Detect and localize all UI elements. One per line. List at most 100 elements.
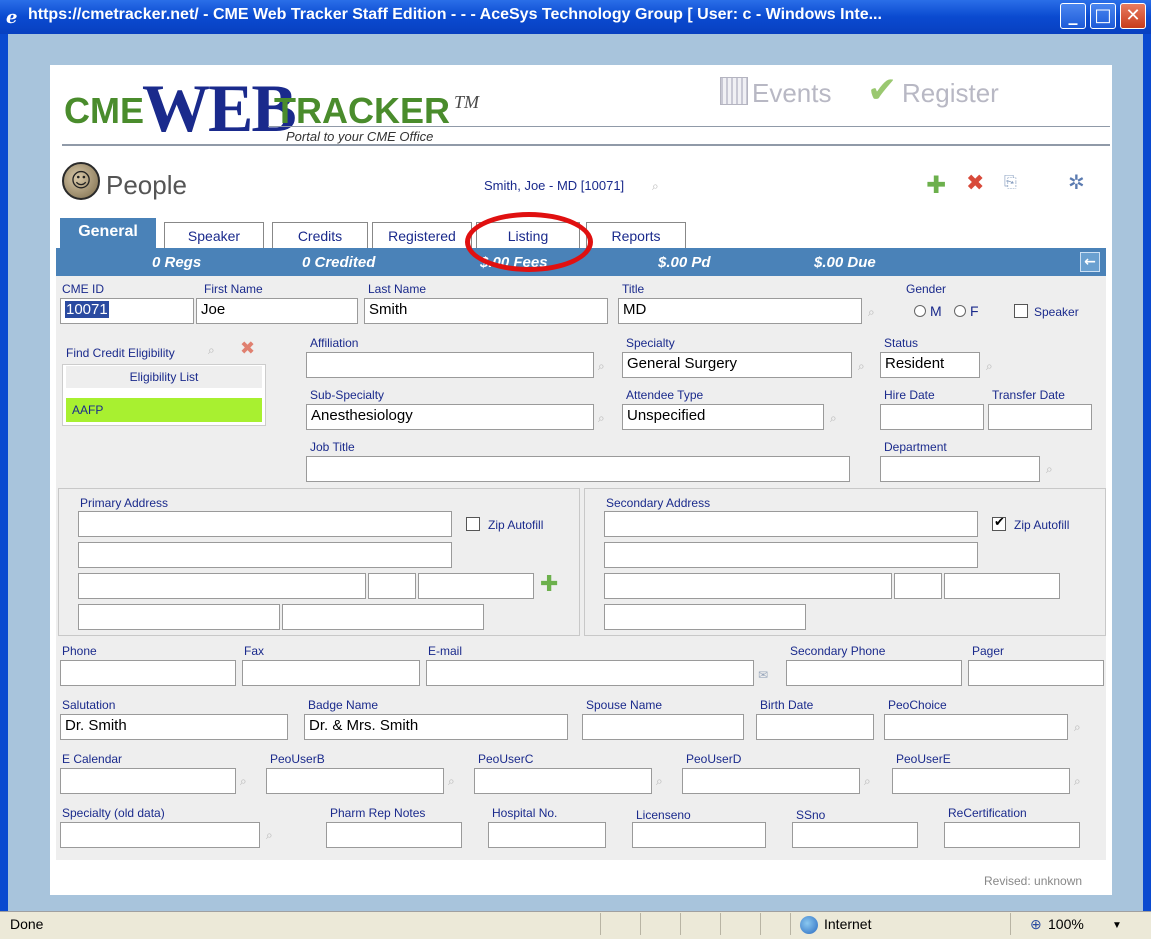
department-input[interactable] xyxy=(880,456,1040,482)
tab-registered[interactable]: Registered xyxy=(372,222,472,248)
affiliation-input[interactable] xyxy=(306,352,594,378)
peousere-input[interactable] xyxy=(892,768,1070,794)
delete-person-x-icon[interactable]: ✖ xyxy=(966,171,984,196)
secondary-city-input[interactable] xyxy=(604,573,892,599)
primary-address-line1[interactable] xyxy=(78,511,452,537)
email-input[interactable] xyxy=(426,660,754,686)
gender-f-radio[interactable] xyxy=(954,305,966,317)
primary-city-input[interactable] xyxy=(78,573,366,599)
speaker-label: Speaker xyxy=(1034,305,1079,319)
peochoice-input[interactable] xyxy=(884,714,1068,740)
job-title-input[interactable] xyxy=(306,456,850,482)
secondary-address-line1[interactable] xyxy=(604,511,978,537)
salutation-input[interactable]: Dr. Smith xyxy=(60,714,288,740)
recertification-input[interactable] xyxy=(944,822,1080,848)
pharm-rep-input[interactable] xyxy=(326,822,462,848)
hire-date-input[interactable] xyxy=(880,404,984,430)
speaker-checkbox[interactable] xyxy=(1014,304,1028,318)
calendar-icon[interactable] xyxy=(720,77,748,105)
secondary-zip-autofill-checkbox[interactable] xyxy=(992,515,1006,531)
gender-m-label: M xyxy=(930,303,942,319)
specialty-old-input[interactable] xyxy=(60,822,260,848)
primary-state-input[interactable] xyxy=(368,573,416,599)
close-button[interactable]: ✕ xyxy=(1120,3,1146,29)
register-link[interactable]: Register xyxy=(902,78,999,109)
specialty-binoculars-icon[interactable]: ⌕ xyxy=(858,359,865,374)
gender-m-radio[interactable] xyxy=(914,305,926,317)
primary-country-input[interactable] xyxy=(78,604,280,630)
eligibility-item[interactable]: AAFP xyxy=(66,398,262,422)
department-binoculars-icon[interactable]: ⌕ xyxy=(1046,462,1053,477)
primary-county-input[interactable] xyxy=(282,604,484,630)
secondary-country-input[interactable] xyxy=(604,604,806,630)
binoculars-icon[interactable]: ⌕ xyxy=(652,179,659,194)
attendee-type-binoculars-icon[interactable]: ⌕ xyxy=(830,411,837,426)
attendee-type-input[interactable]: Unspecified xyxy=(622,404,824,430)
zoom-dropdown-icon[interactable]: ▼ xyxy=(1112,920,1122,931)
affiliation-binoculars-icon[interactable]: ⌕ xyxy=(598,359,605,374)
title-binoculars-icon[interactable]: ⌕ xyxy=(868,305,875,320)
e-calendar-binoculars-icon[interactable]: ⌕ xyxy=(240,774,247,789)
primary-add-plus-icon[interactable]: ✚ xyxy=(540,572,558,597)
secondary-zip-input[interactable] xyxy=(944,573,1060,599)
clear-credit-x-icon[interactable]: ✖ xyxy=(240,338,255,359)
badge-name-input[interactable]: Dr. & Mrs. Smith xyxy=(304,714,568,740)
zoom-icon[interactable]: ⊕ xyxy=(1030,916,1042,933)
primary-zip-autofill-checkbox[interactable] xyxy=(466,517,480,531)
tab-speaker[interactable]: Speaker xyxy=(164,222,264,248)
primary-zip-input[interactable] xyxy=(418,573,534,599)
zoom-level[interactable]: 100% xyxy=(1048,916,1084,932)
hospital-no-input[interactable] xyxy=(488,822,606,848)
secondary-phone-input[interactable] xyxy=(786,660,962,686)
add-person-plus-icon[interactable]: ✚ xyxy=(926,171,946,199)
find-credit-binoculars-icon[interactable]: ⌕ xyxy=(208,343,215,358)
tab-reports[interactable]: Reports xyxy=(586,222,686,248)
peouserc-label: PeoUserC xyxy=(478,752,534,766)
peouserc-binoculars-icon[interactable]: ⌕ xyxy=(656,774,663,789)
e-calendar-input[interactable] xyxy=(60,768,236,794)
specialty-old-binoculars-icon[interactable]: ⌕ xyxy=(266,828,273,843)
checkmark-icon[interactable]: ✔ xyxy=(867,70,897,111)
title-input[interactable]: MD xyxy=(618,298,862,324)
status-input[interactable]: Resident xyxy=(880,352,980,378)
secondary-address-line2[interactable] xyxy=(604,542,978,568)
status-binoculars-icon[interactable]: ⌕ xyxy=(986,359,993,374)
last-name-input[interactable]: Smith xyxy=(364,298,608,324)
licenseno-input[interactable] xyxy=(632,822,766,848)
peouserd-binoculars-icon[interactable]: ⌕ xyxy=(864,774,871,789)
annotation-circle xyxy=(465,212,593,272)
ssno-input[interactable] xyxy=(792,822,918,848)
peouserc-input[interactable] xyxy=(474,768,652,794)
maximize-button[interactable]: □ xyxy=(1090,3,1116,29)
stat-credited: 0 Credited xyxy=(302,254,376,271)
back-arrow-icon[interactable]: ← xyxy=(1080,252,1100,272)
birth-date-input[interactable] xyxy=(756,714,874,740)
gender-label: Gender xyxy=(906,282,947,296)
transfer-date-input[interactable] xyxy=(988,404,1092,430)
cme-id-input[interactable]: 10071 xyxy=(60,298,194,324)
peousere-binoculars-icon[interactable]: ⌕ xyxy=(1074,774,1081,789)
minimize-button[interactable]: _ xyxy=(1060,3,1086,29)
document-icon[interactable]: ⎘ xyxy=(1004,172,1017,192)
tab-general[interactable]: General xyxy=(60,218,156,248)
primary-address-line2[interactable] xyxy=(78,542,452,568)
fax-input[interactable] xyxy=(242,660,420,686)
sub-specialty-input[interactable]: Anesthesiology xyxy=(306,404,594,430)
specialty-input[interactable]: General Surgery xyxy=(622,352,852,378)
phone-label: Phone xyxy=(62,644,97,658)
fax-label: Fax xyxy=(244,644,265,658)
email-envelope-icon[interactable]: ✉ xyxy=(758,668,768,682)
peouserb-input[interactable] xyxy=(266,768,444,794)
peouserd-input[interactable] xyxy=(682,768,860,794)
sub-specialty-binoculars-icon[interactable]: ⌕ xyxy=(598,411,605,426)
fireworks-icon[interactable]: ✲ xyxy=(1068,170,1085,194)
first-name-input[interactable]: Joe xyxy=(196,298,358,324)
spouse-name-input[interactable] xyxy=(582,714,744,740)
pager-input[interactable] xyxy=(968,660,1104,686)
peouserb-binoculars-icon[interactable]: ⌕ xyxy=(448,774,455,789)
phone-input[interactable] xyxy=(60,660,236,686)
tab-credits[interactable]: Credits xyxy=(272,222,368,248)
secondary-state-input[interactable] xyxy=(894,573,942,599)
events-link[interactable]: Events xyxy=(752,78,832,109)
peochoice-binoculars-icon[interactable]: ⌕ xyxy=(1074,720,1081,735)
